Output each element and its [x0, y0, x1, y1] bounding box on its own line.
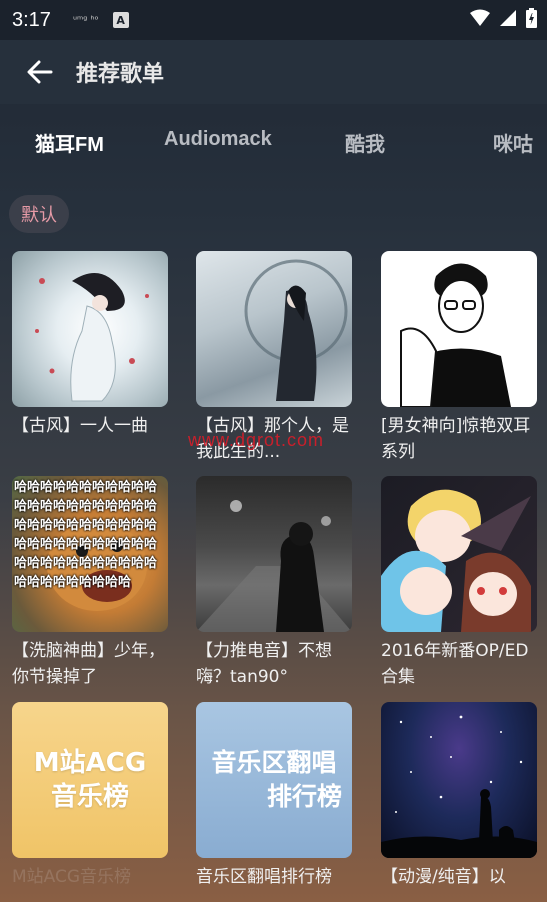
playlist-cover: [381, 251, 537, 407]
playlist-card[interactable]: 【古风】一人一曲: [12, 251, 168, 465]
wifi-icon: [470, 9, 490, 26]
playlist-title: 【动漫/纯音】以: [381, 867, 506, 887]
status-icons: [470, 8, 537, 28]
cover-line2: 排行榜: [266, 782, 342, 811]
haha-overlay-text: 哈哈哈哈哈哈哈哈哈哈哈哈哈哈哈哈哈哈哈哈哈哈哈哈哈哈哈哈哈哈哈哈哈哈哈哈哈哈哈哈…: [14, 480, 158, 590]
cover-chart-text: 音乐区翻唱 排行榜: [196, 702, 352, 858]
tab-audiomack[interactable]: Audiomack: [164, 128, 272, 151]
guofeng-girl-image: [35, 273, 149, 402]
status-bar: 3:17 ᵘᵐᵍ ʰᵒ A: [0, 0, 547, 40]
signal-icon: [500, 10, 516, 26]
page-title: 推荐歌单: [76, 62, 165, 87]
playlist-grid: 【古风】一人一曲 【古风】那个人，是我此生的... [男女神向]惊艳双耳系列 哈…: [0, 251, 547, 902]
default-filter-chip[interactable]: 默认: [9, 195, 69, 233]
playlist-cover: [381, 476, 537, 632]
anime-girls-image: [381, 489, 531, 632]
tab-maoer[interactable]: 猫耳FM: [35, 128, 104, 157]
hooded-figure-image: [196, 500, 352, 632]
status-time: 3:17: [12, 8, 51, 31]
male-character-image: [400, 263, 511, 407]
app-toolbar: 推荐歌单: [0, 40, 547, 104]
starry-night-image: [381, 715, 537, 858]
playlist-cover: [12, 251, 168, 407]
arrow-left-icon: [27, 60, 53, 84]
playlist-title: 【力推电音】不想嗨？tan90°: [196, 641, 332, 687]
cover-line1: 音乐区翻唱: [211, 748, 337, 777]
playlist-card[interactable]: 【力推电音】不想嗨？tan90°: [196, 476, 352, 690]
guofeng-swordsman-image: [244, 259, 348, 401]
playlist-card[interactable]: 哈哈哈哈哈哈哈哈哈哈哈哈哈哈哈哈哈哈哈哈哈哈哈哈哈哈哈哈哈哈哈哈哈哈哈哈哈哈哈哈…: [12, 476, 168, 690]
playlist-card[interactable]: M站ACG 音乐榜 M站ACG音乐榜: [12, 702, 168, 902]
watermark-text: www.dgrot.com: [188, 430, 325, 450]
playlist-cover: [381, 702, 537, 858]
cover-line1: M站ACG: [33, 748, 147, 778]
playlist-cover: M站ACG 音乐榜: [12, 702, 168, 858]
playlist-title: M站ACG音乐榜: [12, 867, 132, 887]
playlist-title: [男女神向]惊艳双耳系列: [381, 416, 531, 462]
playlist-card[interactable]: 音乐区翻唱 排行榜 音乐区翻唱排行榜: [196, 702, 352, 902]
playlist-card[interactable]: 2016年新番OP/ED合集: [381, 476, 537, 690]
playlist-title: 音乐区翻唱排行榜: [196, 867, 332, 887]
playlist-title: 【洗脑神曲】少年，你节操掉了: [12, 641, 165, 687]
playlist-card[interactable]: [男女神向]惊艳双耳系列: [381, 251, 537, 465]
playlist-title: 2016年新番OP/ED合集: [381, 641, 529, 687]
playlist-title: 【古风】一人一曲: [12, 416, 148, 436]
battery-icon: [526, 8, 537, 28]
playlist-cover: [196, 251, 352, 407]
tab-migu[interactable]: 咪咕: [493, 128, 533, 157]
cover-line2: 音乐榜: [50, 782, 129, 812]
playlist-cover: [196, 476, 352, 632]
status-notification-text: ᵘᵐᵍ ʰᵒ: [72, 14, 99, 26]
source-tabs: 猫耳FM Audiomack 酷我 咪咕: [0, 104, 547, 180]
playlist-cover: 哈哈哈哈哈哈哈哈哈哈哈哈哈哈哈哈哈哈哈哈哈哈哈哈哈哈哈哈哈哈哈哈哈哈哈哈哈哈哈哈…: [12, 476, 168, 632]
font-notification-icon: A: [112, 12, 129, 28]
back-button[interactable]: [24, 56, 56, 88]
m-acg-chart-cover-text: M站ACG 音乐榜: [12, 702, 168, 858]
playlist-card[interactable]: 【动漫/纯音】以: [381, 702, 537, 902]
playlist-cover: 音乐区翻唱 排行榜: [196, 702, 352, 858]
tab-kuwo[interactable]: 酷我: [345, 128, 385, 157]
